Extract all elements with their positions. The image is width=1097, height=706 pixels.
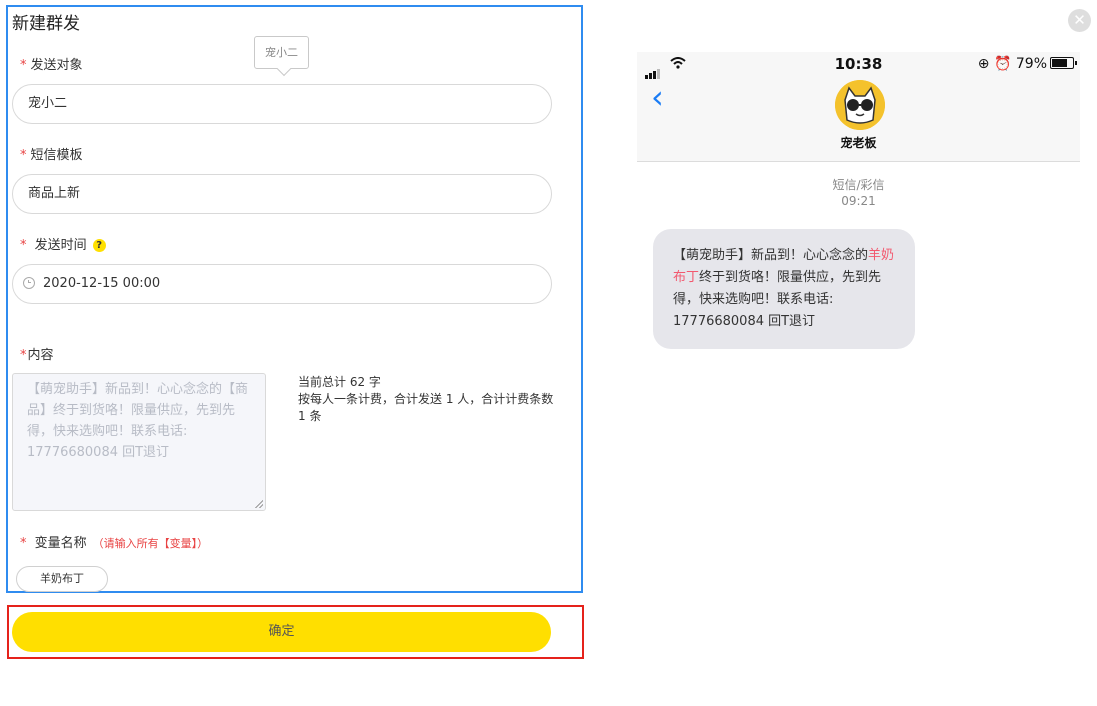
phone-header: 10:38 ⊕ ⏰ 79% ‹ 宠老板 xyxy=(637,52,1080,162)
message-meta: 短信/彩信 09:21 xyxy=(637,177,1080,209)
status-right: ⊕ ⏰ 79% xyxy=(977,56,1077,72)
message-prefix: 【萌宠助手】新品到！心心念念的 xyxy=(673,248,869,263)
back-icon[interactable]: ‹ xyxy=(651,81,664,113)
message-bubble: 【萌宠助手】新品到！心心念念的羊奶布丁终于到货咯！限量供应，先到先得，快来选购吧… xyxy=(653,229,915,349)
send-time-picker[interactable]: 2020-12-15 00:00 xyxy=(12,264,552,304)
content-label: *内容 xyxy=(20,344,54,363)
template-select[interactable]: 商品上新 xyxy=(12,174,552,214)
battery-icon xyxy=(1050,57,1077,69)
variable-value: 羊奶布丁 xyxy=(40,572,84,585)
confirm-highlight: 确定 xyxy=(7,605,584,659)
message-time: 09:21 xyxy=(841,194,876,208)
tooltip-arrow xyxy=(276,61,292,77)
required-mark: * xyxy=(20,58,27,73)
time-label: * 发送时间? xyxy=(20,234,106,253)
content-textarea[interactable]: 【萌宠助手】新品到！心心念念的【商品】终于到货咯！限量供应，先到先得，快来选购吧… xyxy=(12,373,266,511)
alarm-icon: ⏰ xyxy=(993,56,1012,72)
page-title: 新建群发 xyxy=(12,14,80,34)
char-count-text: 当前总计 62 字 xyxy=(298,375,381,389)
lock-rotation-icon: ⊕ xyxy=(977,56,990,72)
message-suffix: 终于到货咯！限量供应，先到先得，快来选购吧！联系电话: 17776680084 … xyxy=(673,270,882,329)
tooltip-text: 宠小二 xyxy=(265,46,298,59)
variable-input[interactable]: 羊奶布丁 xyxy=(16,566,108,592)
billing-text: 按每人一条计费，合计发送 1 人，合计计费条数 1 条 xyxy=(298,392,554,423)
recipient-label: * 发送对象 xyxy=(20,54,83,73)
recipient-input[interactable]: 宠小二 xyxy=(12,84,552,124)
time-label-text: 发送时间 xyxy=(34,238,87,253)
form-panel: 新建群发 宠小二 * 发送对象 宠小二 * 短信模板 商品上新 * 发送时间? 20… xyxy=(6,5,583,593)
contact-name: 宠老板 xyxy=(840,136,877,150)
recipient-value: 宠小二 xyxy=(28,96,68,111)
variable-label: * 变量名称 （请输入所有【变量】） xyxy=(20,532,208,551)
char-counter: 当前总计 62 字 按每人一条计费，合计发送 1 人，合计计费条数 1 条 xyxy=(298,374,558,425)
resize-handle[interactable] xyxy=(255,500,263,508)
required-mark: * xyxy=(20,238,27,253)
template-value: 商品上新 xyxy=(28,186,81,201)
template-label-text: 短信模板 xyxy=(30,148,83,163)
clock-icon xyxy=(23,276,35,289)
recipient-tooltip: 宠小二 xyxy=(254,36,309,77)
variable-hint: （请输入所有【变量】） xyxy=(92,537,209,550)
content-label-text: 内容 xyxy=(27,348,54,363)
battery-percent: 79% xyxy=(1015,56,1047,72)
close-icon[interactable]: ✕ xyxy=(1068,9,1091,32)
confirm-button[interactable]: 确定 xyxy=(12,612,551,652)
content-text: 【萌宠助手】新品到！心心念念的【商品】终于到货咯！限量供应，先到先得，快来选购吧… xyxy=(27,382,249,460)
recipient-label-text: 发送对象 xyxy=(30,58,83,73)
variable-label-text: 变量名称 xyxy=(34,536,87,551)
message-type: 短信/彩信 xyxy=(832,178,885,192)
help-icon[interactable]: ? xyxy=(92,239,106,252)
avatar xyxy=(835,80,885,130)
required-mark: * xyxy=(20,536,27,551)
send-time-value: 2020-12-15 00:00 xyxy=(43,276,161,291)
required-mark: * xyxy=(20,148,27,163)
template-label: * 短信模板 xyxy=(20,144,83,163)
phone-preview: 10:38 ⊕ ⏰ 79% ‹ 宠老板 短信/彩信 09:21 【萌宠助手】新品… xyxy=(637,52,1080,452)
required-mark: * xyxy=(20,348,27,363)
